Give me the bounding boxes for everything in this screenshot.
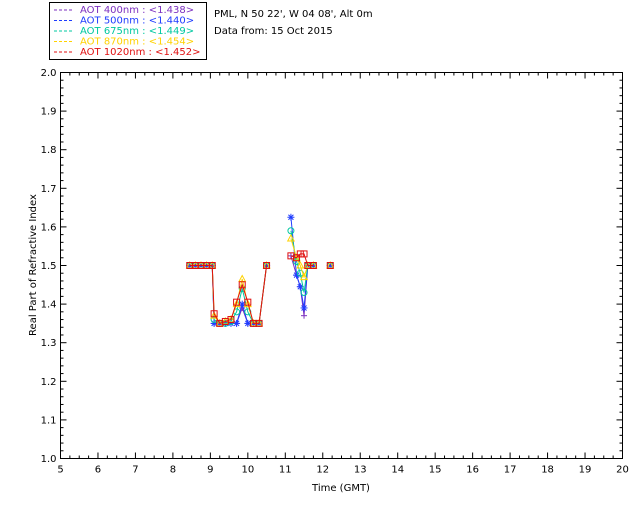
x-tick-label: 11: [279, 465, 292, 476]
legend-label: AOT 675nm : <1.449>: [80, 26, 194, 37]
data-point: [293, 271, 301, 279]
x-tick-label: 6: [95, 465, 101, 476]
info-block: PML, N 50 22', W 04 08', Alt 0m Data fro…: [214, 9, 373, 37]
x-axis-title: Time (GMT): [311, 483, 370, 494]
y-axis-title: Real Part of Refractive Index: [28, 194, 39, 336]
x-tick-label: 20: [616, 465, 629, 476]
x-tick-label: 8: [170, 465, 176, 476]
x-tick-label: 12: [316, 465, 329, 476]
legend-label: AOT 870nm : <1.454>: [80, 37, 194, 48]
series-line: [189, 265, 268, 324]
y-tick-label: 2.0: [41, 68, 57, 79]
x-tick-label: 16: [466, 465, 479, 476]
x-tick-label: 18: [541, 465, 554, 476]
x-tick-label: 17: [504, 465, 517, 476]
series-line: [189, 265, 268, 324]
y-tick-label: 1.2: [41, 377, 57, 388]
y-tick-label: 1.1: [41, 415, 57, 426]
data-point: [287, 252, 294, 259]
info-location: PML, N 50 22', W 04 08', Alt 0m: [214, 9, 373, 20]
series-line: [189, 265, 268, 324]
legend-label: AOT 400nm : <1.438>: [80, 5, 194, 16]
x-axis: 5 6 7 8 9 10 11 12 13 14 15 16 17 18 19 20: [57, 72, 629, 476]
y-tick-label: 1.9: [41, 107, 57, 118]
y-tick-label: 1.0: [41, 454, 57, 465]
x-tick-label: 15: [429, 465, 442, 476]
y-tick-label: 1.3: [41, 338, 57, 349]
legend-label: AOT 500nm : <1.440>: [80, 16, 194, 27]
data-point: [300, 304, 308, 312]
series-line: [189, 265, 268, 325]
y-tick-label: 1.5: [41, 261, 57, 272]
y-tick-label: 1.7: [41, 184, 57, 195]
plot-frame: [60, 72, 623, 459]
series: [186, 227, 334, 327]
series: [185, 233, 335, 327]
series: [186, 250, 334, 327]
legend-label: AOT 1020nm : <1.452>: [80, 47, 200, 58]
y-tick-label: 1.4: [41, 300, 57, 311]
x-tick-label: 19: [579, 465, 592, 476]
x-tick-label: 9: [207, 465, 213, 476]
series: [186, 213, 334, 327]
x-tick-label: 14: [391, 465, 404, 476]
series-line: [189, 265, 268, 324]
y-tick-label: 1.8: [41, 145, 57, 156]
x-tick-label: 13: [354, 465, 367, 476]
x-tick-label: 10: [241, 465, 254, 476]
x-tick-label: 7: [132, 465, 138, 476]
x-tick-label: 5: [57, 465, 63, 476]
series-layer: [185, 213, 335, 327]
data-point: [301, 312, 308, 319]
chart: AOT 400nm : <1.438>AOT 500nm : <1.440>AO…: [28, 2, 629, 494]
info-date: Data from: 15 Oct 2015: [214, 26, 333, 37]
data-point: [287, 213, 295, 221]
y-tick-label: 1.6: [41, 222, 57, 233]
series-line: [290, 230, 314, 293]
legend: AOT 400nm : <1.438>AOT 500nm : <1.440>AO…: [49, 2, 207, 60]
